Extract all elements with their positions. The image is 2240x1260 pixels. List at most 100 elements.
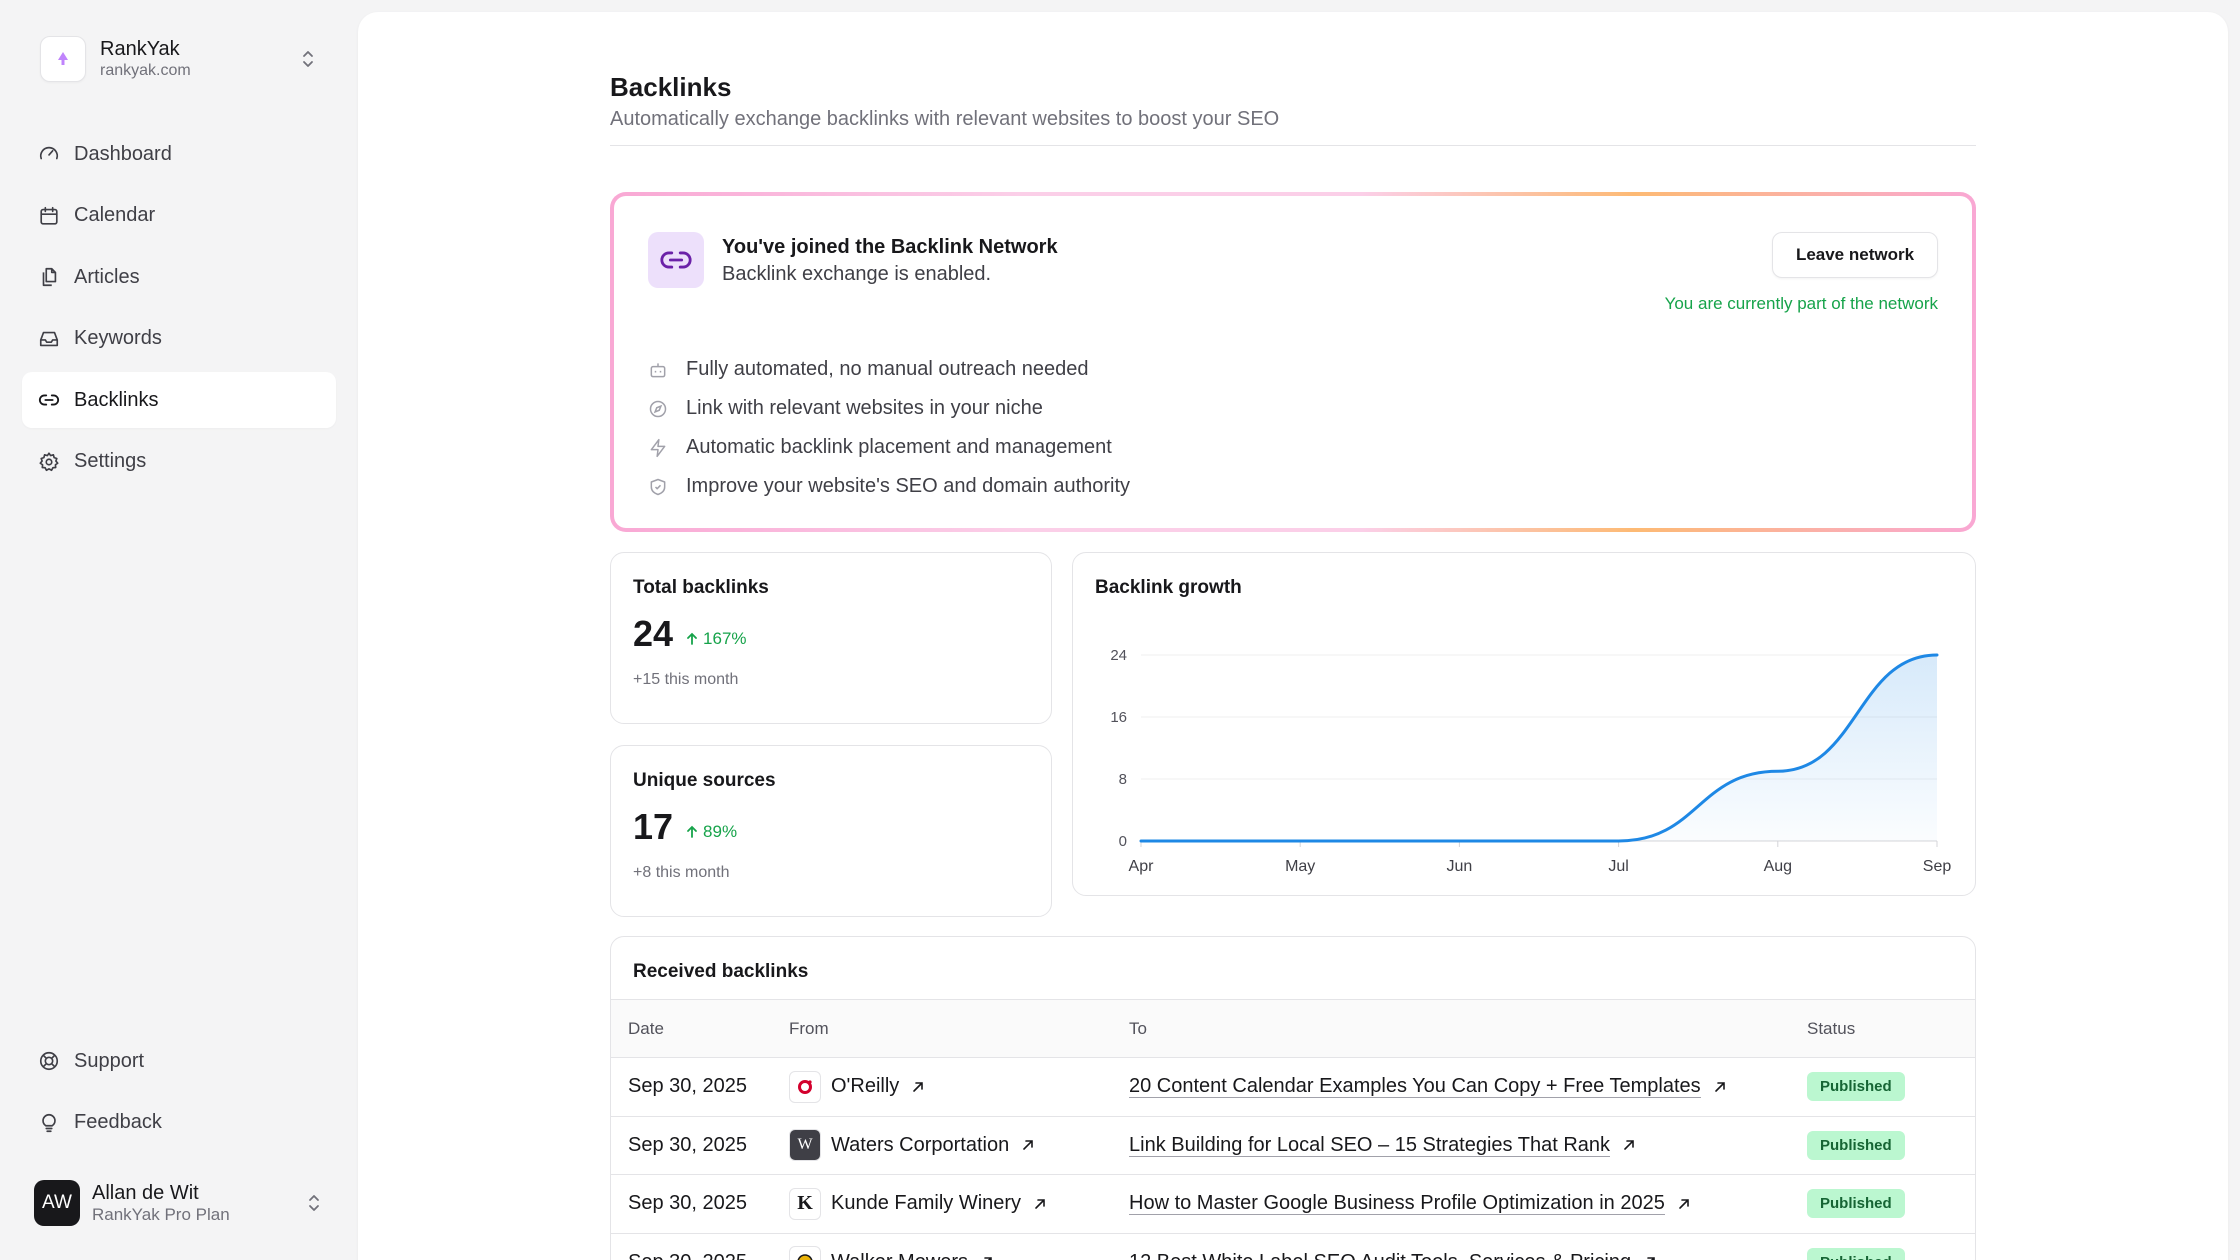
workspace-url: rankyak.com bbox=[100, 62, 191, 79]
row-date: Sep 30, 2025 bbox=[628, 1075, 747, 1098]
nav-item-calendar[interactable]: Calendar bbox=[22, 188, 336, 244]
stat-note: +15 this month bbox=[633, 671, 739, 688]
feature-text: Improve your website's SEO and domain au… bbox=[686, 475, 1131, 497]
backlinks-table: Date From To Status Sep 30, 2025 O'Reill… bbox=[611, 999, 1975, 1260]
page-title: Backlinks bbox=[610, 72, 732, 102]
rankyak-logo bbox=[40, 36, 86, 82]
workspace-switcher[interactable]: RankYak rankyak.com bbox=[22, 34, 336, 84]
source-link[interactable]: Walker Mowers bbox=[789, 1246, 994, 1260]
nav-item-dashboard[interactable]: Dashboard bbox=[22, 126, 336, 182]
target-link[interactable]: 12 Best White Label SEO Audit Tools, Ser… bbox=[1129, 1250, 1657, 1260]
network-title: You've joined the Backlink Network bbox=[722, 236, 1058, 258]
nav-item-keywords[interactable]: Keywords bbox=[22, 311, 336, 367]
source-name: Walker Mowers bbox=[831, 1251, 968, 1260]
network-subtitle: Backlink exchange is enabled. bbox=[722, 263, 992, 285]
received-backlinks-card: Received backlinks Date From To Status S… bbox=[610, 936, 1976, 1260]
sidebar: RankYak rankyak.com Dashboard Calendar A… bbox=[0, 0, 358, 1260]
compass-icon bbox=[649, 400, 667, 417]
avatar: AW bbox=[34, 1180, 80, 1226]
stat-label: Unique sources bbox=[633, 770, 776, 791]
backlink-growth-chart: 0 8 16 24 Apr May Jun Jul Aug Sep bbox=[1110, 647, 1952, 875]
feature-item: Link with relevant websites in your nich… bbox=[648, 389, 1130, 428]
network-status: You are currently part of the network bbox=[1664, 294, 1938, 313]
gear-icon bbox=[39, 451, 59, 471]
stat-change: 167% bbox=[685, 629, 747, 649]
calendar-icon bbox=[40, 206, 58, 225]
feature-item: Improve your website's SEO and domain au… bbox=[648, 467, 1130, 506]
link-icon bbox=[38, 394, 60, 406]
source-name: O'Reilly bbox=[831, 1075, 900, 1098]
chevron-up-down-icon bbox=[303, 51, 313, 67]
nav-item-settings[interactable]: Settings bbox=[22, 434, 336, 490]
source-link[interactable]: K Kunde Family Winery bbox=[789, 1187, 1047, 1220]
nav-item-support[interactable]: Support bbox=[22, 1033, 336, 1089]
external-link-icon bbox=[1023, 1140, 1034, 1151]
nav-label: Calendar bbox=[74, 204, 156, 226]
x-tick-label: Jul bbox=[1608, 858, 1628, 875]
x-tick-label: Jun bbox=[1447, 858, 1473, 875]
feature-item: Automatic backlink placement and managem… bbox=[648, 428, 1130, 467]
main-panel: Backlinks Automatically exchange backlin… bbox=[358, 12, 2228, 1260]
source-link[interactable]: W Waters Corportation bbox=[789, 1129, 1035, 1162]
table-row: Sep 30, 2025 Walker Mowers 12 B bbox=[611, 1233, 1975, 1260]
feature-text: Fully automated, no manual outreach need… bbox=[686, 358, 1089, 380]
target-link[interactable]: How to Master Google Business Profile Op… bbox=[1129, 1192, 1691, 1216]
total-backlinks-card: Total backlinks 24 167% +15 this month bbox=[610, 552, 1052, 724]
external-link-icon bbox=[1647, 1257, 1655, 1260]
source-link[interactable]: O'Reilly bbox=[789, 1070, 925, 1103]
nav-item-feedback[interactable]: Feedback bbox=[22, 1095, 336, 1151]
table-row: Sep 30, 2025 K Kunde Family Winery How t… bbox=[611, 1175, 1975, 1233]
files-icon bbox=[42, 267, 57, 287]
stat-label: Total backlinks bbox=[633, 577, 769, 598]
external-link-icon bbox=[913, 1081, 924, 1092]
row-date: Sep 30, 2025 bbox=[628, 1133, 747, 1156]
column-header-to[interactable]: To bbox=[1129, 1000, 1807, 1058]
main-nav: Dashboard Calendar Articles Keywords Bac… bbox=[22, 126, 336, 490]
shield-check-icon bbox=[650, 478, 666, 495]
page-subtitle: Automatically exchange backlinks with re… bbox=[610, 108, 1280, 130]
x-tick-label: May bbox=[1285, 858, 1315, 875]
target-link[interactable]: Link Building for Local SEO – 15 Strateg… bbox=[1129, 1133, 1636, 1157]
nav-label: Settings bbox=[74, 450, 147, 472]
user-menu[interactable]: AW Allan de Wit RankYak Pro Plan bbox=[22, 1176, 336, 1230]
column-header-from[interactable]: From bbox=[789, 1000, 1129, 1058]
external-link-icon bbox=[984, 1257, 992, 1260]
nav-item-articles[interactable]: Articles bbox=[22, 249, 336, 305]
stat-change: 89% bbox=[685, 822, 737, 842]
feature-text: Automatic backlink placement and managem… bbox=[686, 436, 1112, 458]
unique-sources-card: Unique sources 17 89% +8 this month bbox=[610, 745, 1052, 917]
y-tick-label: 0 bbox=[1119, 833, 1127, 850]
inbox-icon bbox=[39, 331, 59, 346]
status-badge: Published bbox=[1807, 1247, 1905, 1260]
lifebuoy-icon bbox=[39, 1051, 59, 1071]
workspace-name: RankYak bbox=[100, 38, 180, 60]
source-name: Waters Corportation bbox=[831, 1133, 1010, 1156]
leave-network-button[interactable]: Leave network bbox=[1772, 232, 1938, 278]
nav-label: Articles bbox=[74, 265, 140, 288]
divider bbox=[610, 145, 1976, 146]
bot-icon bbox=[650, 362, 666, 377]
target-title: 20 Content Calendar Examples You Can Cop… bbox=[1129, 1075, 1701, 1099]
target-title: 12 Best White Label SEO Audit Tools, Ser… bbox=[1129, 1250, 1632, 1260]
backlink-growth-card: Backlink growth 0 8 16 24 Apr May Jun Jul Aug Sep bbox=[1072, 552, 1976, 896]
x-tick-label: Sep bbox=[1923, 858, 1952, 875]
y-tick-label: 8 bbox=[1119, 771, 1127, 788]
target-link[interactable]: 20 Content Calendar Examples You Can Cop… bbox=[1129, 1075, 1727, 1099]
column-header-status[interactable]: Status bbox=[1807, 1000, 1975, 1058]
table-header-row: Date From To Status bbox=[611, 999, 1975, 1058]
external-link-icon bbox=[1035, 1198, 1045, 1209]
zap-icon bbox=[650, 438, 666, 457]
external-link-icon bbox=[1624, 1140, 1634, 1151]
walker-logo bbox=[789, 1246, 821, 1260]
y-tick-label: 16 bbox=[1110, 709, 1127, 726]
link-icon bbox=[648, 232, 704, 288]
target-title: How to Master Google Business Profile Op… bbox=[1129, 1192, 1665, 1216]
nav-item-backlinks[interactable]: Backlinks bbox=[22, 372, 336, 428]
column-header-date[interactable]: Date bbox=[611, 1000, 789, 1058]
arrow-up-icon bbox=[687, 632, 697, 645]
feature-text: Link with relevant websites in your nich… bbox=[686, 397, 1043, 419]
feature-item: Fully automated, no manual outreach need… bbox=[648, 350, 1130, 389]
feature-list: Fully automated, no manual outreach need… bbox=[648, 350, 1130, 506]
source-name: Kunde Family Winery bbox=[831, 1192, 1022, 1215]
status-badge: Published bbox=[1807, 1189, 1905, 1219]
